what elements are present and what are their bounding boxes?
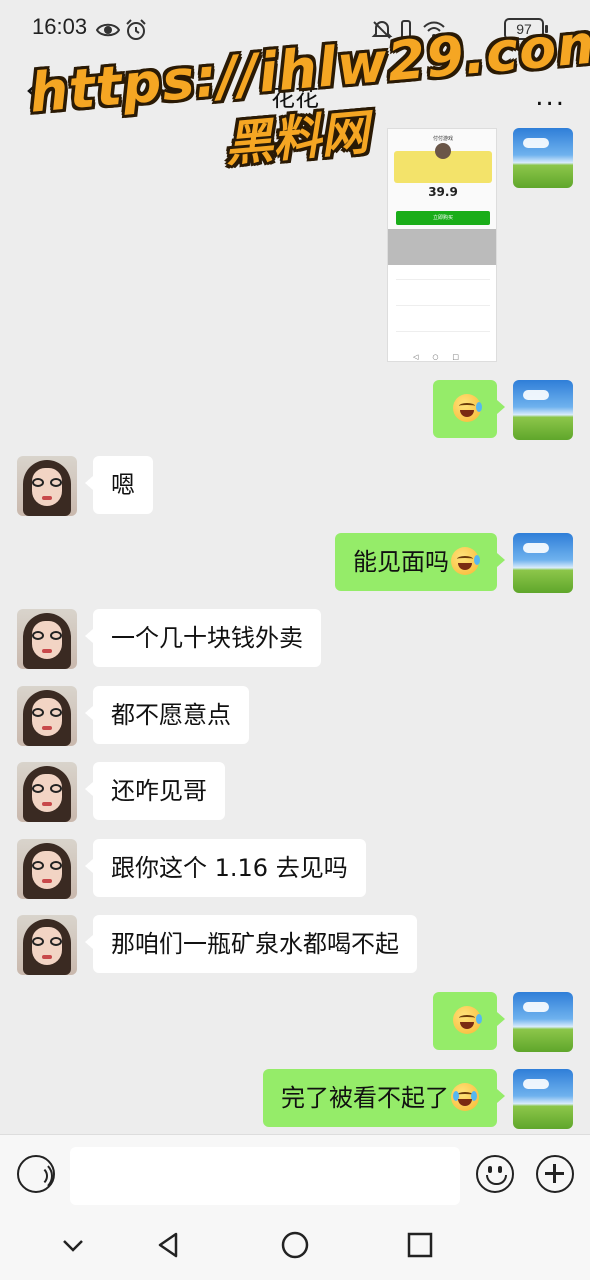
my-avatar[interactable] <box>513 128 573 188</box>
screenshot-avatar <box>435 143 451 159</box>
my-message-bubble[interactable] <box>433 380 505 438</box>
eye-icon <box>96 23 120 37</box>
recents-square-icon[interactable] <box>405 1230 435 1260</box>
chevron-down-icon[interactable] <box>58 1230 88 1260</box>
plus-icon[interactable] <box>536 1155 574 1193</box>
screenshot-sheet: ◁○□ <box>388 265 496 361</box>
grin-sweat-emoji <box>453 394 482 422</box>
my-avatar[interactable] <box>513 380 573 440</box>
my-message-bubble[interactable]: 能见面吗 <box>335 533 505 591</box>
my-message-bubble[interactable] <box>433 992 505 1050</box>
battery-indicator: 97 <box>504 18 548 40</box>
system-nav-bar <box>0 1214 590 1280</box>
screenshot-price: 39.9 <box>428 185 458 199</box>
screenshot-buy-button: 立即购买 <box>396 211 490 225</box>
message-text: 跟你这个 1.16 去见吗 <box>111 854 348 882</box>
my-avatar[interactable] <box>513 1069 573 1129</box>
contact-avatar[interactable] <box>17 839 77 899</box>
my-avatar[interactable] <box>513 992 573 1052</box>
sheet-divider <box>396 279 490 280</box>
grin-sweat-emoji <box>453 1006 482 1034</box>
my-avatar[interactable] <box>513 533 573 593</box>
status-bar: 16:03 97 <box>0 0 590 60</box>
contact-message-bubble[interactable]: 都不愿意点 <box>85 686 249 744</box>
screenshot-nav: ◁○□ <box>388 351 496 361</box>
mute-icon <box>371 21 393 39</box>
screenshot-page: 付付游戏 39.9 立即购买 <box>388 129 496 265</box>
contact-avatar[interactable] <box>17 762 77 822</box>
crying-emoji <box>451 1083 479 1111</box>
message-text: 都不愿意点 <box>111 701 231 729</box>
contact-message-bubble[interactable]: 跟你这个 1.16 去见吗 <box>85 839 366 897</box>
contact-avatar[interactable] <box>17 915 77 975</box>
screenshot-dim <box>388 229 496 265</box>
home-circle-icon[interactable] <box>280 1230 310 1260</box>
more-dots-icon[interactable]: ... <box>535 82 566 112</box>
status-time: 16:03 <box>32 14 88 39</box>
contact-message-bubble[interactable]: 嗯 <box>85 456 153 514</box>
message-text: 那咱们一瓶矿泉水都喝不起 <box>111 930 399 958</box>
contact-message-bubble[interactable]: 那咱们一瓶矿泉水都喝不起 <box>85 915 417 973</box>
wifi-icon <box>423 21 445 38</box>
chat-header: 花花 ... <box>0 60 590 128</box>
vibrate-icon <box>401 20 411 40</box>
contact-message-bubble[interactable]: 一个几十块钱外卖 <box>85 609 321 667</box>
alarm-icon <box>126 19 146 40</box>
message-text: 还咋见哥 <box>111 777 207 805</box>
contact-avatar[interactable] <box>17 686 77 746</box>
input-bar <box>0 1134 590 1215</box>
back-triangle-icon[interactable] <box>154 1230 184 1260</box>
sheet-divider <box>396 305 490 306</box>
my-message-bubble[interactable]: 完了被看不起了 <box>263 1069 505 1127</box>
sheet-divider <box>396 331 490 332</box>
grin-sweat-emoji <box>451 547 480 575</box>
contact-avatar[interactable] <box>17 456 77 516</box>
message-text: 完了被看不起了 <box>281 1084 449 1112</box>
contact-name: 花花 <box>271 84 319 112</box>
contact-message-bubble[interactable]: 还咋见哥 <box>85 762 225 820</box>
contact-avatar[interactable] <box>17 609 77 669</box>
message-list[interactable]: 付付游戏 39.9 立即购买 ◁○□ 嗯 能见面吗 一个几十块钱外卖 都不愿意点… <box>0 128 590 1134</box>
image-message[interactable]: 付付游戏 39.9 立即购买 ◁○□ <box>387 128 497 362</box>
voice-icon[interactable] <box>17 1155 55 1193</box>
message-text: 一个几十块钱外卖 <box>111 624 303 652</box>
screenshot-title: 付付游戏 <box>432 136 453 142</box>
message-text: 能见面吗 <box>353 548 449 576</box>
message-text: 嗯 <box>111 471 135 499</box>
smiley-icon[interactable] <box>476 1155 514 1193</box>
message-input[interactable] <box>70 1147 460 1205</box>
